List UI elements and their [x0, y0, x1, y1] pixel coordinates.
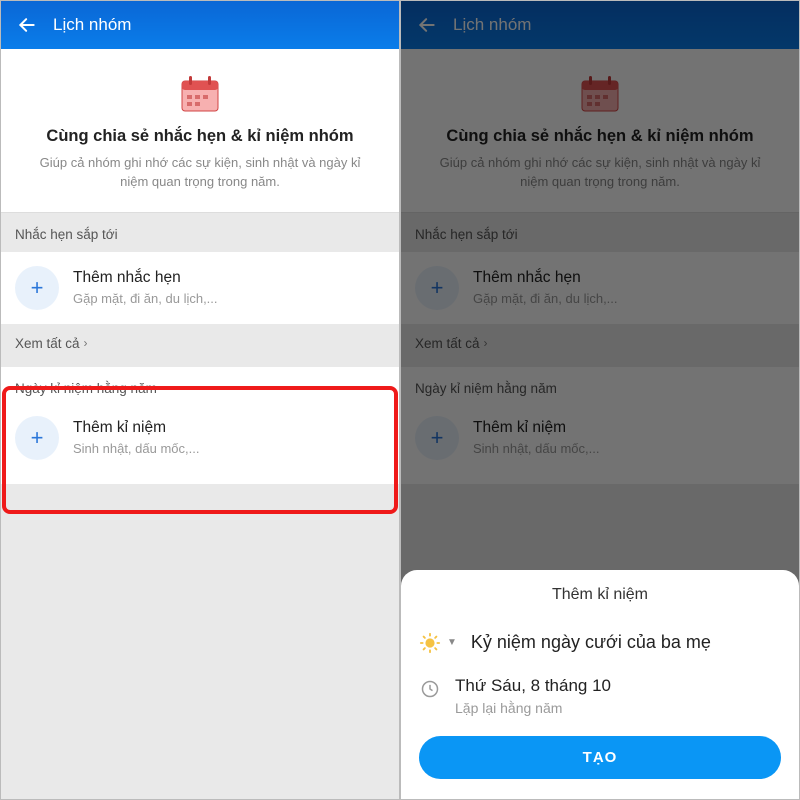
- add-reminder-sub: Gặp mặt, đi ăn, du lịch,...: [73, 291, 218, 306]
- app-header: Lịch nhóm: [1, 1, 399, 49]
- caret-down-icon[interactable]: ▼: [447, 637, 457, 648]
- intro-title: Cùng chia sẻ nhắc hẹn & kỉ niệm nhóm: [29, 127, 371, 146]
- add-anniversary-bottom-sheet: Thêm kỉ niệm ▼ Kỷ niệm ngày cưới của ba …: [401, 570, 799, 799]
- event-date: Thứ Sáu, 8 tháng 10: [455, 676, 611, 696]
- event-name-input[interactable]: Kỷ niệm ngày cưới của ba mẹ: [471, 632, 711, 653]
- screen-group-calendar: Lịch nhóm Cùng chia sẻ nhắc hẹn & kỉ niệ…: [0, 0, 400, 800]
- add-reminder-card[interactable]: + Thêm nhắc hẹn Gặp mặt, đi ăn, du lịch,…: [1, 252, 399, 324]
- clock-icon: [419, 678, 441, 700]
- upcoming-label: Nhắc hẹn sắp tới: [1, 213, 399, 252]
- screen-add-anniversary-sheet: Lịch nhóm Cùng chia sẻ nhắc hẹn & kỉ niệ…: [400, 0, 800, 800]
- plus-icon: +: [15, 266, 59, 310]
- event-date-row[interactable]: Thứ Sáu, 8 tháng 10 Lặp lại hằng năm: [419, 668, 781, 730]
- intro-subtitle: Giúp cả nhóm ghi nhớ các sự kiện, sinh n…: [29, 154, 371, 192]
- add-anniv-title: Thêm kỉ niệm: [73, 419, 199, 437]
- header-title: Lịch nhóm: [53, 15, 131, 35]
- anniv-label: Ngày kỉ niệm hằng năm: [15, 381, 385, 408]
- anniversary-section: Ngày kỉ niệm hằng năm + Thêm kỉ niệm Sin…: [1, 367, 399, 484]
- add-anniversary-card[interactable]: + Thêm kỉ niệm Sinh nhật, dấu mốc,...: [15, 408, 385, 468]
- back-button[interactable]: [15, 13, 39, 37]
- sheet-title: Thêm kỉ niệm: [419, 586, 781, 604]
- calendar-icon: [176, 71, 224, 119]
- see-all-link[interactable]: Xem tất cả ›: [1, 324, 399, 367]
- plus-icon: +: [15, 416, 59, 460]
- sun-icon: [419, 632, 441, 654]
- event-repeat: Lặp lại hằng năm: [455, 700, 611, 716]
- intro-card: Cùng chia sẻ nhắc hẹn & kỉ niệm nhóm Giú…: [1, 49, 399, 213]
- event-name-row[interactable]: ▼ Kỷ niệm ngày cưới của ba mẹ: [419, 622, 781, 668]
- add-reminder-title: Thêm nhắc hẹn: [73, 269, 218, 287]
- create-button[interactable]: TẠO: [419, 736, 781, 779]
- chevron-right-icon: ›: [84, 336, 88, 350]
- add-anniv-sub: Sinh nhật, dấu mốc,...: [73, 441, 199, 456]
